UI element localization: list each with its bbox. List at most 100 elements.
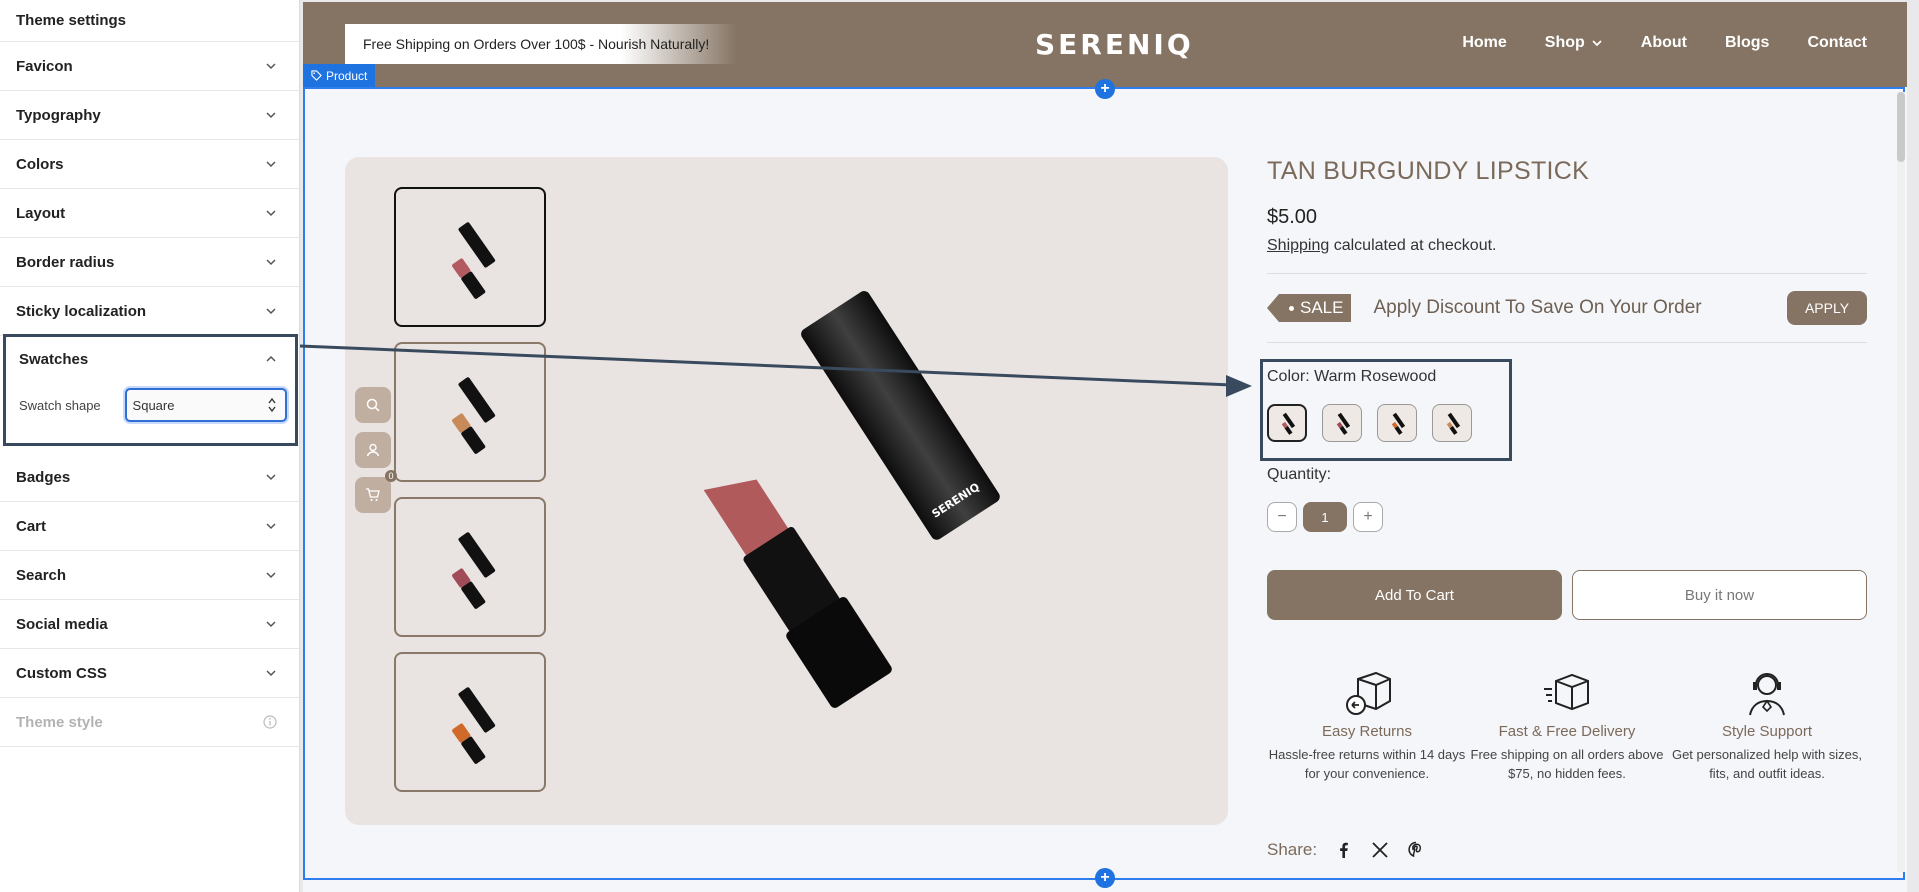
tag-icon	[311, 70, 322, 81]
feature-easy-returns: Easy Returns Hassle-free returns within …	[1267, 665, 1467, 784]
facebook-icon[interactable]	[1335, 841, 1353, 859]
color-swatch[interactable]	[1267, 404, 1307, 442]
gallery-thumbnail[interactable]	[394, 187, 546, 327]
apply-discount-button[interactable]: APPLY	[1787, 291, 1867, 325]
add-section-top-button[interactable]: +	[1095, 79, 1115, 99]
section-label: Typography	[16, 106, 101, 124]
buy-now-button[interactable]: Buy it now	[1572, 570, 1867, 620]
feature-title: Style Support	[1721, 723, 1813, 740]
promo-banner: Free Shipping on Orders Over 100$ - Nour…	[345, 24, 737, 64]
discount-banner: SALE Apply Discount To Save On Your Orde…	[1266, 286, 1867, 330]
chevron-down-icon	[266, 161, 276, 168]
color-swatch[interactable]	[1322, 404, 1362, 442]
quantity-increase-button[interactable]: +	[1353, 502, 1383, 532]
shipping-link[interactable]: Shipping	[1267, 237, 1329, 254]
chevron-down-icon	[266, 259, 276, 266]
share-row: Share:	[1267, 840, 1425, 860]
sale-tag: SALE	[1266, 294, 1352, 322]
product-section-tag[interactable]: Product	[303, 64, 376, 87]
swatch-shape-label: Swatch shape	[19, 397, 101, 413]
section-custom-css[interactable]: Custom CSS	[0, 649, 299, 698]
feature-desc: Hassle-free returns within 14 days for y…	[1268, 747, 1466, 781]
cart-button[interactable]	[355, 477, 391, 513]
account-button[interactable]	[355, 432, 391, 468]
add-section-bottom-button[interactable]: +	[1095, 868, 1115, 888]
nav-blogs[interactable]: Blogs	[1725, 34, 1769, 52]
product-tag-label: Product	[326, 68, 368, 83]
gallery-thumbnail[interactable]	[394, 497, 546, 637]
chevron-down-icon	[1592, 40, 1602, 47]
feature-desc: Free shipping on all orders above $75, n…	[1470, 747, 1664, 781]
theme-settings-panel: Theme settings Favicon Typography Colors…	[0, 0, 300, 892]
cart-count-badge: 0	[385, 470, 397, 482]
section-colors[interactable]: Colors	[0, 140, 299, 189]
nav-shop[interactable]: Shop	[1545, 34, 1603, 52]
nav-label: About	[1640, 34, 1687, 51]
chevron-down-icon	[266, 210, 276, 217]
lipstick-swatch-icon	[1281, 412, 1296, 435]
gallery-thumbnail[interactable]	[394, 342, 546, 482]
section-layout[interactable]: Layout	[0, 189, 299, 238]
support-headset-icon	[1749, 673, 1785, 716]
section-favicon[interactable]: Favicon	[0, 42, 299, 91]
info-icon	[263, 715, 277, 729]
store-logo[interactable]: SERENIQ	[1035, 28, 1194, 61]
swatch-shape-row: Swatch shape Square	[6, 381, 295, 429]
lipstick-thumb-icon	[452, 532, 496, 609]
section-label: Custom CSS	[16, 664, 107, 682]
delivery-box-icon	[1544, 673, 1589, 711]
section-label: Favicon	[16, 57, 73, 75]
quantity-decrease-button[interactable]: −	[1267, 502, 1297, 532]
gallery-thumbnail[interactable]	[394, 652, 546, 792]
search-button[interactable]	[355, 387, 391, 423]
section-label: Badges	[16, 468, 71, 486]
preview-scrollbar[interactable]	[1897, 92, 1905, 872]
color-swatch[interactable]	[1377, 404, 1417, 442]
shipping-note: Shipping calculated at checkout.	[1267, 237, 1867, 255]
section-label: Cart	[16, 517, 47, 535]
nav-about[interactable]: About	[1641, 34, 1687, 52]
swatches-section: Swatches Swatch shape Square	[3, 334, 298, 446]
search-icon	[366, 398, 380, 412]
discount-text: Apply Discount To Save On Your Order	[1373, 297, 1702, 318]
quantity-value[interactable]: 1	[1303, 502, 1347, 532]
nav-home[interactable]: Home	[1462, 34, 1506, 52]
shipping-text: calculated at checkout.	[1329, 237, 1497, 254]
chevron-down-icon	[266, 670, 276, 677]
section-typography[interactable]: Typography	[0, 91, 299, 140]
chevron-down-icon	[266, 572, 276, 579]
section-social-media[interactable]: Social media	[0, 600, 299, 649]
color-swatch[interactable]	[1432, 404, 1472, 442]
lipstick-thumb-icon	[452, 687, 496, 764]
section-badges[interactable]: Badges	[0, 453, 299, 502]
swatch-shape-value: Square	[132, 397, 175, 413]
chevron-down-icon	[266, 308, 276, 315]
chevron-down-icon	[266, 523, 276, 530]
pinterest-icon[interactable]	[1407, 841, 1425, 859]
section-border-radius[interactable]: Border radius	[0, 238, 299, 287]
nav-label: Blogs	[1724, 34, 1770, 51]
feature-title: Fast & Free Delivery	[1498, 723, 1636, 740]
section-label: Layout	[16, 204, 66, 222]
nav-contact[interactable]: Contact	[1807, 34, 1867, 52]
lipstick-thumb-icon	[452, 377, 496, 454]
add-to-cart-button[interactable]: Add To Cart	[1267, 570, 1562, 620]
lipstick-thumb-icon	[452, 222, 496, 299]
section-search[interactable]: Search	[0, 551, 299, 600]
nav-label: Home	[1462, 34, 1507, 51]
section-theme-style[interactable]: Theme style	[0, 698, 299, 747]
chevron-up-icon	[266, 355, 276, 362]
swatch-shape-select[interactable]: Square	[124, 388, 287, 422]
section-label: Colors	[16, 155, 64, 173]
section-swatches[interactable]: Swatches	[6, 337, 295, 381]
section-cart[interactable]: Cart	[0, 502, 299, 551]
chevron-down-icon	[266, 474, 276, 481]
returns-box-icon	[1346, 671, 1391, 715]
feature-desc: Get personalized help with sizes, fits, …	[1671, 747, 1863, 781]
section-sticky-localization[interactable]: Sticky localization	[0, 287, 299, 336]
scrollbar-thumb[interactable]	[1897, 92, 1905, 162]
main-nav: Home Shop About Blogs Contact	[1462, 34, 1867, 52]
feature-style-support: Style Support Get personalized help with…	[1667, 665, 1867, 784]
x-twitter-icon[interactable]	[1371, 841, 1389, 859]
cart-icon	[366, 488, 380, 501]
